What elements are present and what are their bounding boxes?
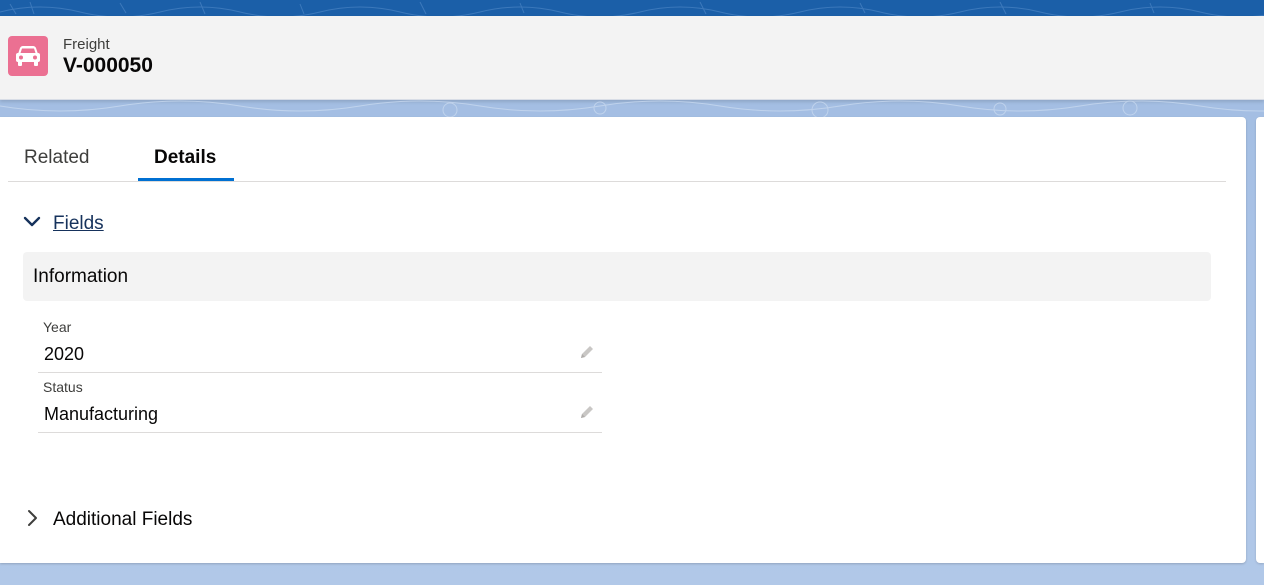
- field-label-status: Status: [43, 379, 83, 395]
- field-value-status: Manufacturing: [44, 404, 159, 424]
- additional-fields-label[interactable]: Additional Fields: [53, 509, 192, 531]
- field-value-year: 2020: [44, 344, 85, 364]
- object-type-label: Freight: [63, 36, 110, 53]
- pattern-decoration: [0, 1, 1264, 16]
- field-year: Year 2020: [38, 317, 602, 373]
- background-pattern: [0, 100, 1264, 118]
- details-card: Related Details Fields Information Year …: [0, 117, 1246, 563]
- car-icon: [8, 36, 48, 76]
- chevron-right-icon: [28, 510, 37, 526]
- information-title: Information: [33, 266, 129, 287]
- record-title: V-000050: [63, 54, 153, 77]
- additional-fields-toggle[interactable]: [22, 508, 42, 528]
- fields-section-toggle[interactable]: [22, 212, 42, 232]
- pencil-edit-icon[interactable]: [578, 343, 596, 361]
- fields-section-link[interactable]: Fields: [53, 213, 104, 235]
- active-tab-indicator: [138, 178, 234, 181]
- record-header: Freight V-000050: [0, 16, 1264, 100]
- information-section-header: Information: [23, 252, 1211, 301]
- field-label-year: Year: [43, 319, 72, 335]
- tab-bar: Related Details: [8, 117, 1226, 182]
- field-status: Status Manufacturing: [38, 377, 602, 433]
- pencil-edit-icon[interactable]: [578, 403, 596, 421]
- top-pattern-strip: [0, 0, 1264, 16]
- chevron-down-icon: [23, 216, 41, 227]
- side-panel-edge: [1256, 117, 1264, 563]
- tab-related[interactable]: Related: [24, 147, 90, 169]
- tab-details[interactable]: Details: [154, 147, 216, 169]
